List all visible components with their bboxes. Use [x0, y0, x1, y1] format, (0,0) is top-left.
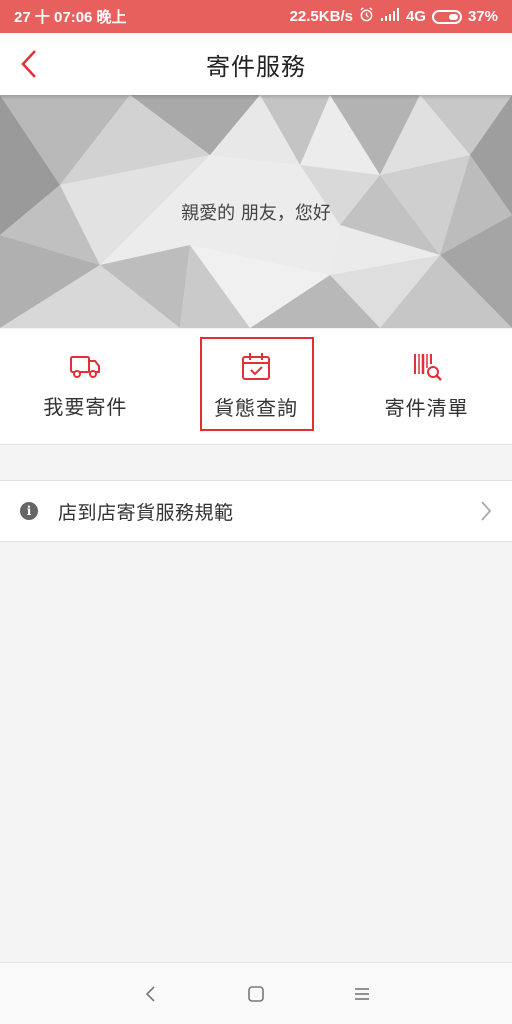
- action-label: 我要寄件: [43, 395, 128, 419]
- nav-back-icon: [145, 985, 155, 1002]
- calendar-check-icon: [242, 353, 270, 380]
- nav-menu-icon: [355, 987, 369, 1000]
- send-package-button[interactable]: 我要寄件: [0, 329, 171, 444]
- truck-icon: [70, 356, 101, 378]
- alarm-icon: [359, 7, 374, 26]
- status-bar: 27 十 07:06 晚上 22.5KB/s 4G 37%: [0, 0, 512, 33]
- service-rules-label: 店到店寄貨服務規範: [58, 501, 234, 524]
- status-time: 27 十 07:06 晚上: [14, 9, 127, 26]
- service-rules-row[interactable]: i 店到店寄貨服務規範: [0, 480, 512, 542]
- system-nav-bar: [0, 962, 512, 1024]
- action-label: 貨態查詢: [214, 396, 298, 420]
- battery-icon: [431, 9, 462, 24]
- signal-icon: [380, 7, 400, 26]
- battery-level: 37%: [467, 8, 498, 25]
- nav-back-button[interactable]: [138, 982, 162, 1006]
- chevron-right-icon: [481, 501, 492, 521]
- status-indicators: 22.5KB/s 4G 37%: [290, 7, 498, 26]
- back-button[interactable]: [12, 45, 46, 83]
- action-bar: 我要寄件 貨態查詢 寄件清單: [0, 329, 512, 445]
- page-title: 寄件服務: [206, 52, 306, 81]
- nav-menu-button[interactable]: [350, 982, 374, 1006]
- nav-home-button[interactable]: [244, 982, 268, 1006]
- network-type: 4G: [405, 8, 426, 25]
- nav-home-icon: [248, 985, 264, 1002]
- app-header: 寄件服務: [0, 33, 512, 95]
- greeting-text: 親愛的 朋友，您好: [181, 203, 331, 224]
- info-icon: i: [20, 502, 38, 520]
- barcode-search-icon: [413, 354, 442, 381]
- tracking-query-button[interactable]: 貨態查詢: [171, 329, 342, 444]
- greeting-banner: 親愛的 朋友，您好: [0, 95, 512, 328]
- shipment-list-button[interactable]: 寄件清單: [341, 329, 512, 444]
- network-speed: 22.5KB/s: [289, 8, 353, 25]
- action-label: 寄件清單: [384, 396, 469, 420]
- chevron-left-icon: [21, 50, 36, 78]
